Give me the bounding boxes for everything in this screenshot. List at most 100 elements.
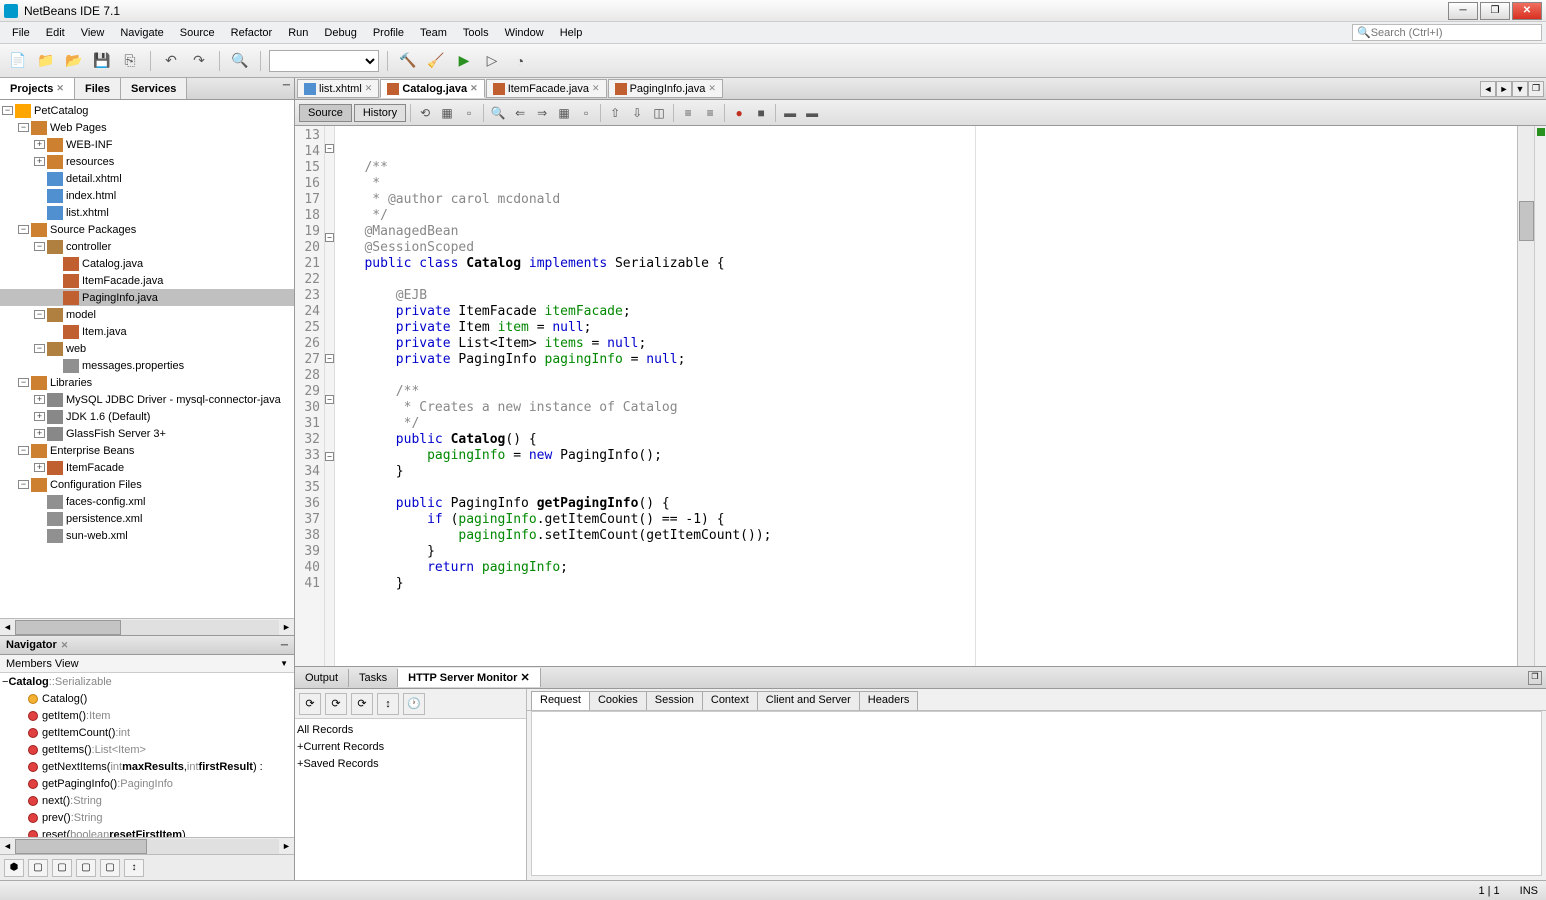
tree-label[interactable]: persistence.xml — [66, 513, 142, 525]
expander-icon[interactable]: − — [34, 242, 45, 251]
tab-output[interactable]: Output — [295, 669, 349, 687]
tree-label[interactable]: MySQL JDBC Driver - mysql-connector-java — [66, 394, 281, 406]
find-button[interactable]: 🔍 — [488, 103, 508, 123]
member-label[interactable]: getPagingInfo() — [42, 778, 117, 790]
tree-label[interactable]: Current Records — [303, 741, 384, 753]
member-label[interactable]: getItems() — [42, 744, 92, 756]
tree-label[interactable]: WEB-INF — [66, 139, 112, 151]
toolbar-button[interactable]: ⟲ — [415, 103, 435, 123]
tab-maximize-button[interactable]: ❐ — [1528, 81, 1544, 97]
subtab-headers[interactable]: Headers — [859, 691, 919, 710]
close-button[interactable]: ✕ — [1512, 2, 1542, 20]
monitor-button[interactable]: ⟳ — [325, 693, 347, 715]
expander-icon[interactable]: − — [2, 106, 13, 115]
build-button[interactable]: 🔨 — [396, 49, 420, 73]
toolbar-button[interactable]: ▦ — [554, 103, 574, 123]
menu-edit[interactable]: Edit — [38, 25, 73, 41]
prev-button[interactable]: ⇐ — [510, 103, 530, 123]
quick-search[interactable]: 🔍 — [1352, 24, 1542, 41]
menu-refactor[interactable]: Refactor — [223, 25, 281, 41]
close-icon[interactable]: ✕ — [61, 640, 69, 651]
expander-icon[interactable]: − — [34, 344, 45, 353]
code-editor[interactable]: 1314151617181920212223242526272829303132… — [295, 126, 1546, 666]
tab-projects[interactable]: Projects✕ — [0, 78, 75, 99]
fold-gutter[interactable]: − − − − − — [325, 126, 335, 666]
panel-minimize-button[interactable]: ─ — [281, 640, 288, 651]
menu-help[interactable]: Help — [552, 25, 591, 41]
tree-label[interactable]: messages.properties — [82, 360, 184, 372]
close-icon[interactable]: ✕ — [592, 83, 600, 94]
close-icon[interactable]: ✕ — [365, 83, 373, 94]
records-tree[interactable]: All Records +Current Records +Saved Reco… — [295, 719, 526, 880]
member-label[interactable]: Catalog() — [42, 693, 87, 705]
tree-label[interactable]: faces-config.xml — [66, 496, 145, 508]
open-project-button[interactable]: 📂 — [62, 49, 86, 73]
save-all-button[interactable]: ⎘ — [118, 49, 142, 73]
search-input[interactable] — [1371, 27, 1537, 39]
menu-profile[interactable]: Profile — [365, 25, 412, 41]
toolbar-button[interactable]: ⇩ — [627, 103, 647, 123]
close-icon[interactable]: ✕ — [520, 672, 529, 684]
menu-file[interactable]: File — [4, 25, 38, 41]
subtab-client-server[interactable]: Client and Server — [757, 691, 860, 710]
editor-vscrollbar[interactable] — [1517, 126, 1534, 666]
expander-icon[interactable]: + — [34, 412, 45, 421]
menu-run[interactable]: Run — [280, 25, 316, 41]
toolbar-button[interactable]: ▫ — [459, 103, 479, 123]
member-label[interactable]: prev() — [42, 812, 71, 824]
save-button[interactable]: 💾 — [90, 49, 114, 73]
navigator-hscrollbar[interactable]: ◄► — [0, 837, 294, 854]
tree-label[interactable]: detail.xhtml — [66, 173, 122, 185]
stop-macro-button[interactable]: ■ — [751, 103, 771, 123]
sort-button[interactable]: ↕ — [377, 693, 399, 715]
tree-label[interactable]: Catalog.java — [82, 258, 143, 270]
tree-hscrollbar[interactable]: ◄► — [0, 618, 294, 635]
tree-label[interactable]: PetCatalog — [34, 105, 88, 117]
code-content[interactable]: /** * * @author carol mcdonald */ @Manag… — [335, 126, 1517, 666]
clean-build-button[interactable]: 🧹 — [424, 49, 448, 73]
zoom-icon[interactable]: 🔍 — [228, 49, 252, 73]
tree-label[interactable]: web — [66, 343, 86, 355]
tree-label[interactable]: controller — [66, 241, 111, 253]
nav-button[interactable]: ▢ — [100, 859, 120, 877]
expander-icon[interactable]: − — [18, 480, 29, 489]
profile-button[interactable]: ◔ — [508, 49, 532, 73]
maximize-button[interactable]: ❐ — [1480, 2, 1510, 20]
navigator-tree[interactable]: −Catalog :: Serializable Catalog() getIt… — [0, 673, 294, 837]
nav-button[interactable]: ▢ — [76, 859, 96, 877]
toolbar-button[interactable]: ▬ — [802, 103, 822, 123]
subtab-cookies[interactable]: Cookies — [589, 691, 647, 710]
tab-http-monitor[interactable]: HTTP Server Monitor ✕ — [398, 668, 541, 687]
tree-label[interactable]: Source Packages — [50, 224, 136, 236]
tab-services[interactable]: Services — [121, 78, 187, 99]
debug-button[interactable]: ▷ — [480, 49, 504, 73]
tab-list-button[interactable]: ▼ — [1512, 81, 1528, 97]
expander-icon[interactable]: + — [34, 157, 45, 166]
subtab-session[interactable]: Session — [646, 691, 703, 710]
tab-prev-button[interactable]: ◄ — [1480, 81, 1496, 97]
tree-label[interactable]: PagingInfo.java — [82, 292, 158, 304]
close-icon[interactable]: ✕ — [470, 83, 478, 94]
redo-button[interactable]: ↷ — [187, 49, 211, 73]
expander-icon[interactable]: + — [34, 463, 45, 472]
editor-tab[interactable]: ItemFacade.java✕ — [486, 79, 607, 98]
nav-sort-button[interactable]: ↕ — [124, 859, 144, 877]
toolbar-button[interactable]: ▦ — [437, 103, 457, 123]
minimize-button[interactable]: ─ — [1448, 2, 1478, 20]
next-button[interactable]: ⇒ — [532, 103, 552, 123]
tree-label[interactable]: sun-web.xml — [66, 530, 128, 542]
config-combo[interactable] — [269, 50, 379, 72]
expander-icon[interactable]: + — [34, 140, 45, 149]
reload-button[interactable]: ⟳ — [299, 693, 321, 715]
tree-label[interactable]: Item.java — [82, 326, 127, 338]
expander-icon[interactable]: + — [34, 395, 45, 404]
expander-icon[interactable]: + — [34, 429, 45, 438]
subtab-request[interactable]: Request — [531, 691, 590, 710]
run-button[interactable]: ▶ — [452, 49, 476, 73]
new-file-button[interactable]: 📄 — [6, 49, 30, 73]
tree-label[interactable]: index.html — [66, 190, 116, 202]
toolbar-button[interactable]: ▫ — [576, 103, 596, 123]
menu-tools[interactable]: Tools — [455, 25, 497, 41]
editor-tab[interactable]: list.xhtml✕ — [297, 79, 379, 98]
navigator-view-select[interactable]: Members View▼ — [0, 655, 294, 673]
